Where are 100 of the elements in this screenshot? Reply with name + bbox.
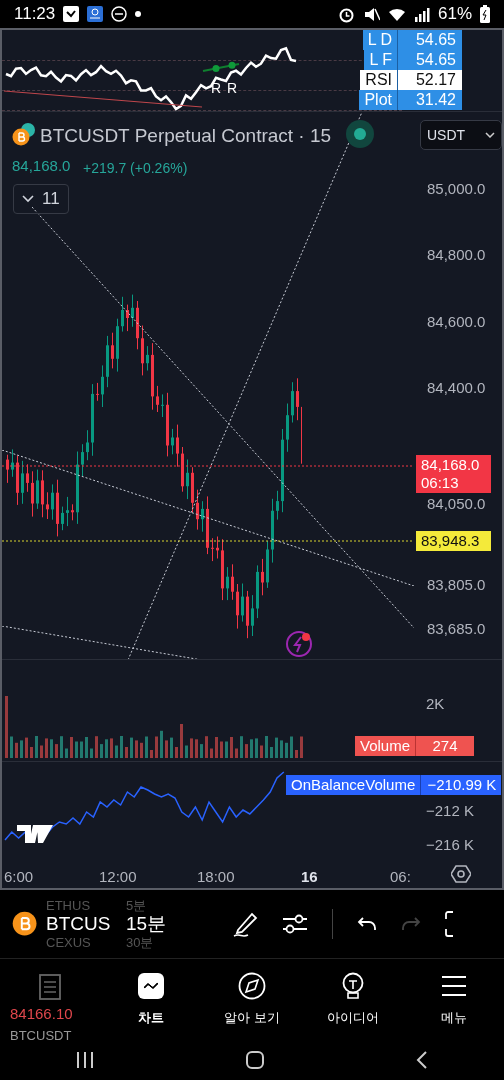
- candle: [266, 540, 269, 589]
- candle: [11, 448, 14, 478]
- candle: [61, 506, 64, 531]
- legend-value: 54.65: [398, 50, 462, 70]
- legend-value: 31.42: [398, 90, 462, 110]
- candle: [6, 454, 9, 484]
- candle: [136, 300, 139, 350]
- candle: [236, 583, 239, 630]
- candle: [171, 428, 174, 455]
- sliders-icon[interactable]: [282, 913, 308, 935]
- settings-icon[interactable]: [451, 864, 471, 884]
- home-icon[interactable]: [245, 1050, 265, 1070]
- candle: [231, 563, 234, 601]
- candle: [66, 496, 69, 527]
- nav-tab[interactable]: 메뉴: [403, 970, 504, 1029]
- candle: [226, 566, 229, 601]
- candle: [166, 392, 169, 457]
- floating-symbol: BTCUSDT: [10, 1026, 72, 1045]
- lightning-icon: [285, 630, 313, 658]
- price-axis-label: 84,600.0: [427, 312, 486, 332]
- status-time: 11:23: [14, 3, 56, 26]
- candle: [31, 470, 34, 518]
- candle: [201, 500, 204, 533]
- nav-tab[interactable]: 아이디어: [302, 970, 403, 1029]
- candle: [161, 393, 164, 418]
- status-dot-icon: [346, 120, 374, 148]
- candle: [206, 495, 209, 555]
- candle: [271, 498, 274, 564]
- candle: [146, 345, 149, 371]
- candle: [121, 296, 124, 333]
- candle: [176, 424, 179, 468]
- price-axis-label: 84,050.0: [427, 494, 486, 514]
- candle: [181, 446, 184, 493]
- candle: [256, 564, 259, 619]
- caret-icon: [485, 132, 495, 138]
- logo-icon: [17, 825, 53, 843]
- chart-icon: [137, 971, 166, 1000]
- candle: [186, 459, 189, 500]
- marked-price-tag: 83,948.3: [416, 531, 491, 551]
- back-icon[interactable]: [415, 1050, 429, 1070]
- battery-percent: 61%: [437, 3, 472, 26]
- obv-axis-label: −216 K: [426, 835, 474, 855]
- pencil-icon[interactable]: [232, 910, 258, 938]
- recents-icon[interactable]: [75, 1050, 95, 1070]
- currency-select[interactable]: USDT: [420, 120, 502, 150]
- candle: [141, 325, 144, 376]
- last-price: 84,168.0: [12, 156, 71, 176]
- candle: [21, 460, 24, 505]
- candle: [276, 490, 279, 521]
- legend-value: 54.65: [398, 30, 462, 50]
- nav-tab[interactable]: 알아 보기: [202, 970, 302, 1029]
- coin-icon: [12, 122, 36, 146]
- price-axis-label: 83,685.0: [427, 619, 486, 639]
- volume-value: 274: [416, 736, 475, 756]
- chevron-icon: [22, 194, 34, 203]
- nav-tab[interactable]: 차트: [101, 970, 202, 1029]
- divergence-label: R: [227, 79, 238, 98]
- candle: [96, 382, 99, 402]
- candle: [211, 537, 214, 562]
- candle: [251, 594, 254, 637]
- legend-label: Plot: [359, 90, 398, 110]
- obv-value: −210.99 K: [421, 775, 502, 795]
- candle: [26, 463, 29, 493]
- candle: [291, 381, 294, 423]
- volume-label: Volume: [355, 736, 417, 756]
- price-axis-label: 84,800.0: [427, 245, 486, 265]
- candle: [86, 429, 89, 461]
- price-axis-label: 85,000.0: [427, 179, 486, 199]
- symbol-option[interactable]: BTCUS 15분: [46, 913, 216, 935]
- time-axis-label: 6:00: [4, 867, 34, 887]
- chart-title: BTCUSDT Perpetual Contract · 15: [40, 124, 332, 148]
- candle: [81, 443, 84, 477]
- candle: [151, 342, 154, 411]
- undo-icon[interactable]: [357, 916, 377, 932]
- candle: [286, 403, 289, 453]
- app-notification-icon: [63, 6, 80, 22]
- time-axis-label: 16: [301, 867, 318, 887]
- wifi-icon: [387, 6, 406, 22]
- notification-dot-icon: [135, 11, 142, 17]
- candle: [41, 469, 44, 518]
- candle: [246, 590, 249, 639]
- candle: [101, 364, 104, 408]
- candle: [156, 385, 159, 413]
- price-axis-label: 83,805.0: [427, 575, 486, 595]
- candle: [36, 469, 39, 510]
- collapse-button[interactable]: 11: [13, 184, 69, 214]
- candle: [106, 335, 109, 388]
- time-axis-label: 18:00: [197, 867, 235, 887]
- compass-icon: [238, 971, 266, 1000]
- legend-label: RSI: [360, 70, 398, 90]
- candle: [56, 479, 59, 537]
- do-not-disturb-icon: [111, 6, 128, 22]
- coin-icon: [12, 911, 38, 937]
- candle: [221, 538, 224, 601]
- candle: [131, 294, 134, 328]
- divergence-drawing: [201, 61, 241, 75]
- candle: [196, 489, 199, 531]
- legend-label: L D: [362, 30, 398, 50]
- time-axis-label: 12:00: [99, 867, 137, 887]
- candle: [241, 583, 244, 623]
